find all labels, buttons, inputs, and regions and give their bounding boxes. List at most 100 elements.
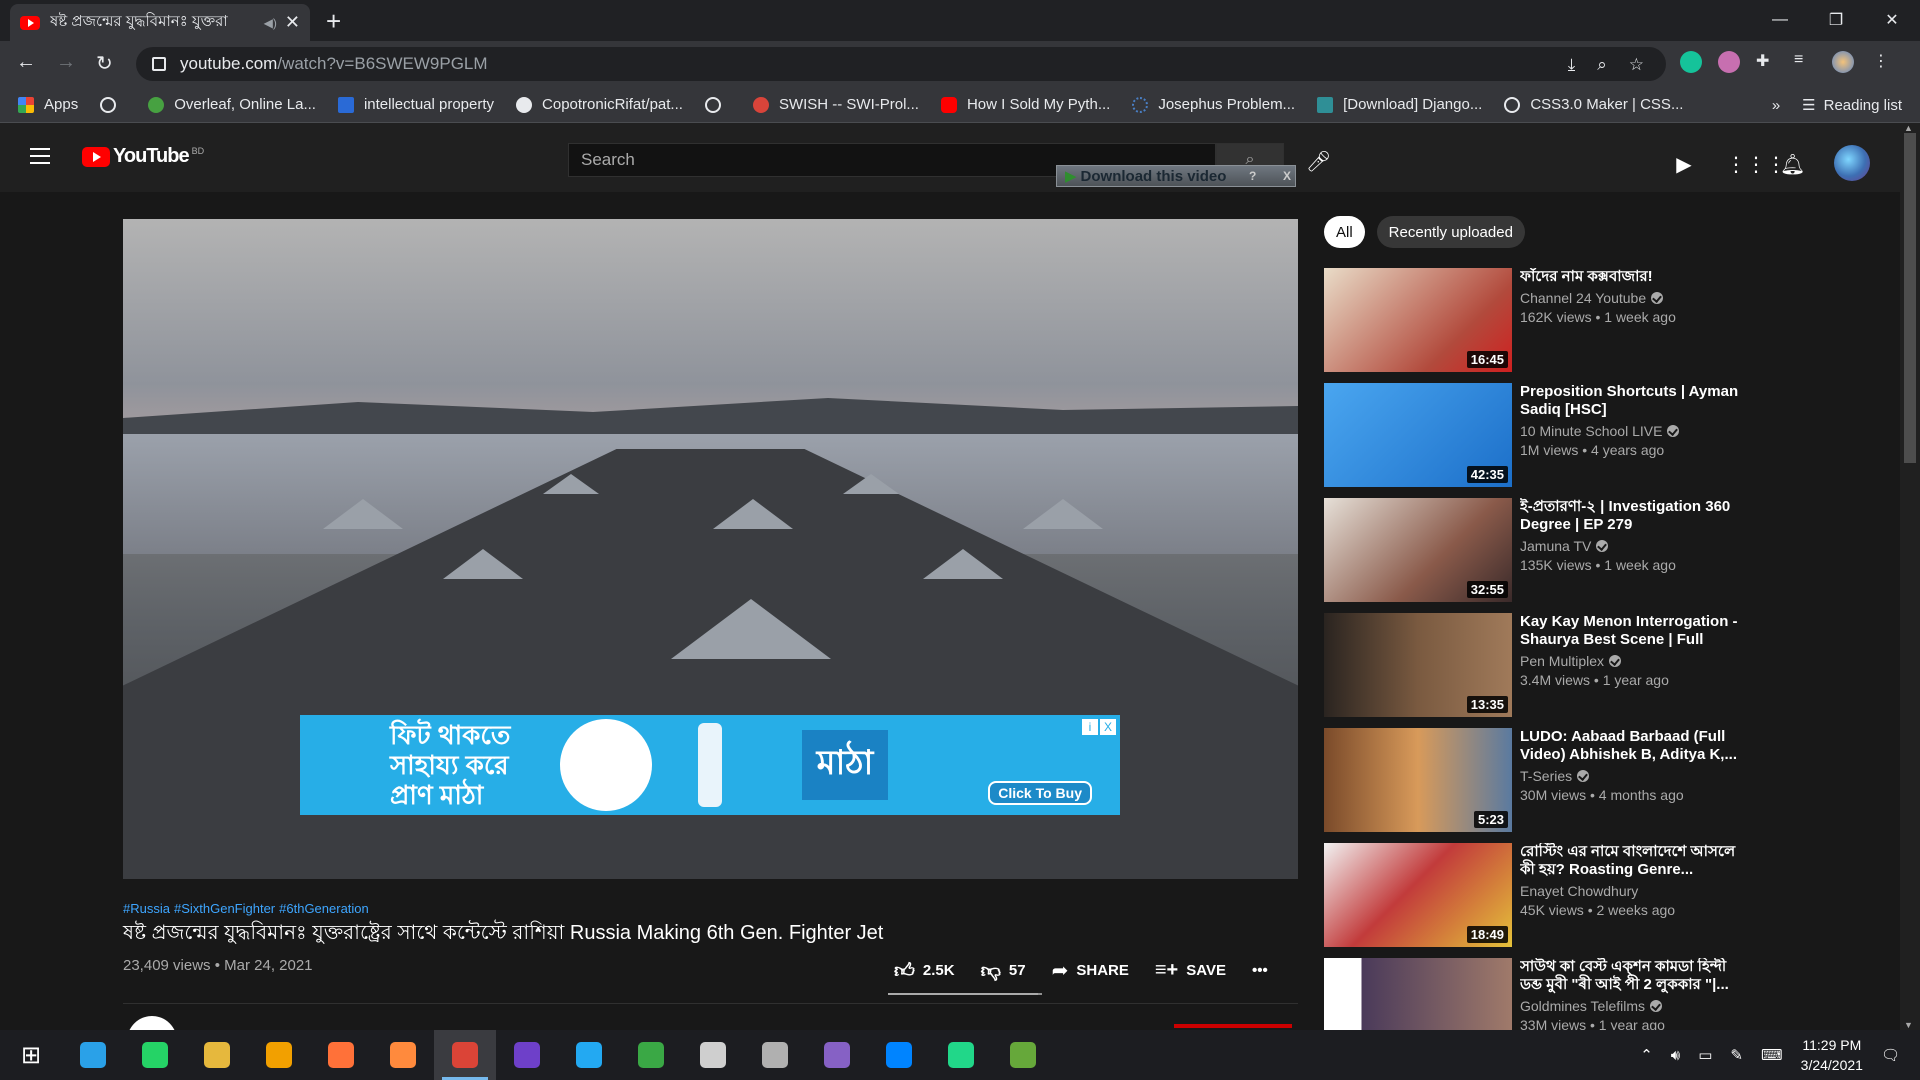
video-title[interactable]: Kay Kay Menon Interrogation - Shaurya Be…	[1520, 613, 1746, 649]
taskbar-app[interactable]	[868, 1030, 930, 1080]
download-close-icon[interactable]: X	[1279, 169, 1295, 183]
start-button[interactable]: ⊞	[0, 1030, 62, 1080]
pen-icon[interactable]: ✎	[1730, 1046, 1743, 1064]
bookmark-item[interactable]: Josephus Problem...	[1132, 96, 1295, 113]
download-help-icon[interactable]: ?	[1245, 169, 1260, 183]
chrome-menu-icon[interactable]: ⋮	[1870, 51, 1892, 73]
recommended-video[interactable]: 18:49 রোস্টিং এর নামে বাংলাদেশে আসলে কী …	[1324, 843, 1754, 958]
download-video-button[interactable]: ▶ Download this video ? X	[1056, 165, 1296, 187]
recommended-video[interactable]: 5:23 LUDO: Aabaad Barbaad (Full Video) A…	[1324, 728, 1754, 843]
recommended-video[interactable]: 13:35 Kay Kay Menon Interrogation - Shau…	[1324, 613, 1754, 728]
like-button[interactable]: 👍︎ 2.5K	[894, 959, 955, 983]
audio-playing-icon[interactable]: ◀)	[264, 16, 277, 30]
forward-icon[interactable]: →	[56, 51, 76, 74]
channel-name[interactable]: Jamuna TV	[1520, 538, 1746, 554]
browser-tab[interactable]: ষষ্ট প্রজন্মের যুদ্ধবিমানঃ যুক্তরা ◀) ✕	[10, 4, 310, 41]
page-scrollbar[interactable]: ▲ ▼	[1900, 123, 1920, 1030]
create-video-icon[interactable]: ▶︎	[1672, 152, 1696, 176]
bookmark-item[interactable]: CopotronicRifat/pat...	[516, 96, 683, 113]
chip-all[interactable]: All	[1324, 216, 1365, 248]
menu-icon[interactable]	[30, 148, 50, 164]
share-button[interactable]: ➦ SHARE	[1052, 958, 1129, 983]
channel-name[interactable]: T-Series	[1520, 768, 1746, 784]
channel-name[interactable]: Enayet Chowdhury	[1520, 883, 1746, 899]
hashtag-link[interactable]: #Russia	[123, 901, 170, 916]
more-actions-icon[interactable]: •••	[1252, 962, 1268, 979]
minimize-icon[interactable]: —	[1752, 0, 1808, 40]
chip-recently-uploaded[interactable]: Recently uploaded	[1376, 216, 1525, 248]
grammarly-extension-icon[interactable]	[1680, 51, 1702, 73]
taskbar-app[interactable]	[310, 1030, 372, 1080]
save-button[interactable]: ≡+ SAVE	[1155, 959, 1226, 982]
address-bar[interactable]: youtube.com/watch?v=B6SWEW9PGLM ⤓ ⌕ ☆	[136, 47, 1666, 81]
taskbar-app[interactable]	[682, 1030, 744, 1080]
bookmark-item[interactable]: [Download] Django...	[1317, 96, 1482, 113]
video-thumbnail[interactable]: 5:23	[1324, 728, 1512, 832]
voice-search-icon[interactable]: 🎤︎	[1306, 149, 1331, 174]
scroll-up-icon[interactable]: ▲	[1904, 123, 1913, 133]
ad-click-to-buy-button[interactable]: Click To Buy	[988, 781, 1092, 805]
video-title[interactable]: LUDO: Aabaad Barbaad (Full Video) Abhish…	[1520, 728, 1746, 764]
video-title[interactable]: ফাঁদের নাম কক্সবাজার!	[1520, 268, 1746, 286]
bookmark-item[interactable]: CSS3.0 Maker | CSS...	[1504, 96, 1683, 113]
extensions-puzzle-icon[interactable]: ✚	[1756, 51, 1778, 73]
taskbar-app[interactable]	[496, 1030, 558, 1080]
account-avatar[interactable]	[1834, 145, 1870, 181]
taskbar-app[interactable]	[620, 1030, 682, 1080]
bookmark-star-icon[interactable]: ☆	[1629, 55, 1644, 75]
video-thumbnail[interactable]: 42:35	[1324, 383, 1512, 487]
video-thumbnail[interactable]: 32:55	[1324, 498, 1512, 602]
recommended-video[interactable]: 32:55 ই-প্রতারণা-২ | Investigation 360 D…	[1324, 498, 1754, 613]
channel-name[interactable]: Goldmines Telefilms	[1520, 998, 1746, 1014]
taskbar-app[interactable]	[248, 1030, 310, 1080]
notifications-bell-icon[interactable]: 🔔︎	[1780, 152, 1805, 176]
bookmark-item[interactable]	[100, 96, 126, 113]
taskbar-app[interactable]	[62, 1030, 124, 1080]
youtube-logo[interactable]: YouTube BD	[82, 145, 204, 168]
more-bookmarks-icon[interactable]: »	[1772, 97, 1780, 114]
lock-icon[interactable]	[152, 57, 166, 71]
video-title[interactable]: সাউথ কা বেস্ট এক্শন কামডা হিন্দী ডব্ড মু…	[1520, 958, 1746, 994]
video-title[interactable]: Preposition Shortcuts | Ayman Sadiq [HSC…	[1520, 383, 1746, 419]
network-icon[interactable]: ▭	[1698, 1046, 1712, 1064]
taskbar-app[interactable]	[186, 1030, 248, 1080]
video-thumbnail[interactable]: 18:49	[1324, 843, 1512, 947]
channel-name[interactable]: Pen Multiplex	[1520, 653, 1746, 669]
bookmark-item[interactable]: Overleaf, Online La...	[148, 96, 316, 113]
dislike-button[interactable]: 👎︎ 57	[981, 959, 1026, 983]
window-close-icon[interactable]: ✕	[1864, 0, 1920, 40]
ad-info-icon[interactable]: i	[1082, 719, 1098, 735]
taskbar-app[interactable]	[558, 1030, 620, 1080]
bookmark-item[interactable]: How I Sold My Pyth...	[940, 96, 1110, 113]
recommended-video[interactable]: 16:45 ফাঁদের নাম কক্সবাজার! Channel 24 Y…	[1324, 268, 1754, 383]
hashtag-link[interactable]: #SixthGenFighter	[174, 901, 275, 916]
taskbar-app[interactable]	[434, 1030, 496, 1080]
channel-name[interactable]: 10 Minute School LIVE	[1520, 423, 1746, 439]
scrollbar-thumb[interactable]	[1904, 133, 1916, 463]
scroll-down-icon[interactable]: ▼	[1904, 1020, 1913, 1030]
tab-close-icon[interactable]: ✕	[285, 12, 300, 33]
bookmark-item[interactable]: Apps	[18, 96, 78, 113]
video-overlay-ad[interactable]: ফিট থাকতে সাহায্য করে প্রাণ মাঠা মাঠা Cl…	[300, 715, 1120, 815]
extension-icon[interactable]	[1718, 51, 1740, 73]
reload-icon[interactable]: ↻	[96, 51, 113, 76]
video-title[interactable]: ই-প্রতারণা-২ | Investigation 360 Degree …	[1520, 498, 1746, 534]
new-tab-button[interactable]: +	[326, 6, 341, 37]
taskbar-app[interactable]	[124, 1030, 186, 1080]
taskbar-app[interactable]	[372, 1030, 434, 1080]
install-app-icon[interactable]: ⤓	[1568, 55, 1576, 75]
back-icon[interactable]: ←	[16, 51, 36, 74]
video-title[interactable]: রোস্টিং এর নামে বাংলাদেশে আসলে কী হয়? R…	[1520, 843, 1746, 879]
keyboard-icon[interactable]: ⌨	[1761, 1046, 1783, 1064]
taskbar-app[interactable]	[930, 1030, 992, 1080]
clock[interactable]: 11:29 PM 3/24/2021	[1801, 1035, 1863, 1075]
show-hidden-icons-icon[interactable]: ⌃	[1640, 1046, 1653, 1064]
apps-grid-icon[interactable]: ⋮⋮⋮	[1726, 152, 1786, 176]
subscribe-button[interactable]	[1174, 1024, 1292, 1028]
restore-icon[interactable]: ❐	[1808, 0, 1864, 40]
video-thumbnail[interactable]: 16:45	[1324, 268, 1512, 372]
media-queue-icon[interactable]: ≡	[1794, 51, 1816, 73]
ad-close-icon[interactable]: X	[1100, 719, 1116, 735]
reading-list-button[interactable]: ☰ Reading list	[1802, 96, 1902, 115]
volume-icon[interactable]: 🔊︎	[1671, 1047, 1680, 1064]
